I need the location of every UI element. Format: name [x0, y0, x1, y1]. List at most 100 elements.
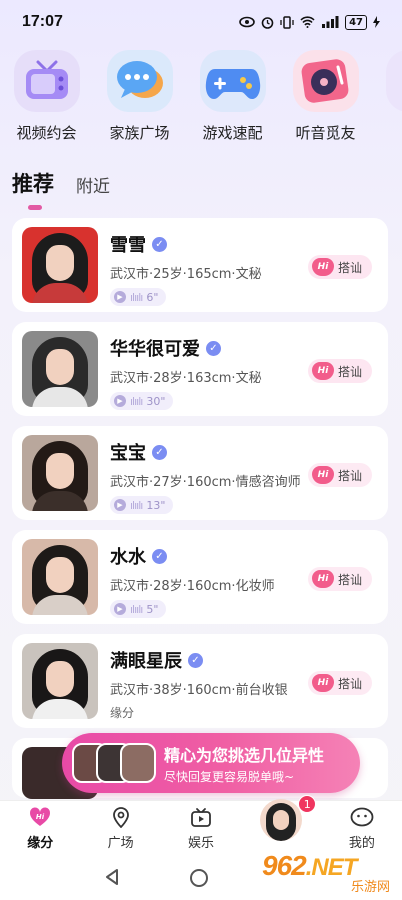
avatar — [260, 799, 303, 841]
alarm-icon — [261, 16, 274, 29]
battery-level: 47 — [345, 14, 367, 30]
user-meta: 武汉市·28岁·160cm·化妆师 — [110, 579, 275, 594]
watermark-logo: 962.NET 乐游网 — [262, 850, 398, 898]
verified-icon: ✓ — [152, 444, 167, 460]
avatar[interactable] — [22, 643, 98, 719]
nav-label: 广场 — [107, 836, 134, 851]
watermark-net: .NET — [305, 854, 358, 881]
greet-button[interactable]: Hi 搭讪 — [307, 255, 372, 279]
avatar[interactable] — [22, 227, 98, 303]
user-meta: 武汉市·27岁·160cm·情感咨询师 — [110, 475, 301, 490]
gamepad-icon — [199, 50, 266, 112]
quick-entry-family-square[interactable]: 家族广场 — [93, 50, 186, 150]
notification-badge: 1 — [298, 795, 317, 813]
matchmaking-promo-banner[interactable]: 精心为您挑选几位异性 尽快回复更容易脱单哦~ — [62, 733, 360, 793]
promo-title: 精心为您挑选几位异性 — [164, 745, 325, 765]
user-name: 雪雪 — [110, 235, 146, 256]
turntable-icon — [292, 50, 359, 112]
tab-active-indicator — [28, 205, 42, 210]
promo-subtitle: 尽快回复更容易脱单哦~ — [164, 769, 295, 784]
vibrate-icon — [280, 15, 294, 29]
greet-button[interactable]: Hi 搭讪 — [307, 671, 372, 695]
wifi-icon — [300, 16, 315, 28]
greet-button[interactable]: Hi 搭讪 — [307, 463, 372, 487]
user-card[interactable]: 雪雪 ✓ 武汉市·25岁·165cm·文秘 ▶ ılıılı 6" Hi 搭讪 — [12, 218, 388, 312]
greet-label: 搭讪 — [337, 572, 362, 587]
chat-bubble-icon — [106, 50, 173, 112]
greet-label: 搭讪 — [337, 364, 362, 379]
voice-duration: 6" — [146, 290, 159, 304]
nav-item-entertainment[interactable]: 娱乐 — [161, 801, 241, 856]
avatar[interactable] — [22, 539, 98, 615]
nav-item-center-avatar[interactable]: 1 — [241, 795, 321, 856]
tab-nearby[interactable]: 附近 — [76, 172, 110, 198]
status-time: 17:07 — [22, 13, 63, 30]
waveform-icon: ılıılı — [130, 290, 143, 304]
status-icons: 47 — [239, 14, 380, 30]
location-pin-icon — [112, 805, 130, 829]
greet-label: 搭讪 — [337, 676, 362, 691]
greet-button[interactable]: Hi 搭讪 — [307, 567, 372, 591]
partial-icon — [385, 50, 402, 112]
user-name: 宝宝 — [110, 443, 146, 464]
nav-item-square[interactable]: 广场 — [80, 801, 160, 856]
promo-avatars — [72, 743, 156, 783]
home-icon[interactable] — [190, 869, 208, 887]
play-icon: ▶ — [114, 395, 126, 407]
waveform-icon: ılıılı — [130, 394, 143, 408]
quick-entry-listen-friends[interactable]: 听音觅友 — [279, 50, 372, 150]
back-icon[interactable] — [104, 868, 120, 886]
tab-recommend[interactable]: 推荐 — [12, 168, 54, 210]
avatar[interactable] — [22, 435, 98, 511]
voice-duration: 13" — [146, 498, 166, 512]
hi-heart-icon: Hi — [311, 258, 334, 276]
nav-label: 缘分 — [27, 836, 54, 851]
quick-entry-game-match[interactable]: 游戏速配 — [186, 50, 279, 150]
feed-tabs: 推荐 附近 — [12, 168, 110, 210]
verified-icon: ✓ — [188, 652, 203, 668]
quick-entry-label: 游戏速配 — [202, 124, 263, 142]
watermark-main: 962 — [262, 850, 307, 881]
hi-heart-icon: Hi — [29, 805, 51, 829]
bottom-nav: Hi 缘分 广场 娱乐 1 我的 — [0, 795, 402, 856]
voice-intro[interactable]: ▶ ılıılı 13" — [110, 496, 174, 514]
voice-intro[interactable]: ▶ ılıılı 5" — [110, 600, 167, 618]
quick-entry-row: 视频约会 家族广场 游戏速配 听音觅友 缘 — [0, 50, 402, 150]
hi-heart-icon: Hi — [311, 362, 334, 380]
quick-entry-label: 视频约会 — [16, 124, 77, 142]
quick-entry-partial[interactable]: 缘 — [372, 50, 402, 150]
play-icon: ▶ — [114, 499, 126, 511]
voice-intro[interactable]: ▶ ılıılı 30" — [110, 392, 174, 410]
signal-icon — [322, 16, 339, 28]
voice-intro[interactable]: ▶ ılıılı 6" — [110, 288, 167, 306]
avatar[interactable] — [22, 331, 98, 407]
user-name: 华华很可爱 — [110, 339, 200, 360]
user-subtext: 缘分 — [110, 706, 135, 720]
hi-heart-icon: Hi — [311, 674, 334, 692]
user-meta: 武汉市·25岁·165cm·文秘 — [110, 267, 262, 282]
quick-entry-label: 家族广场 — [109, 124, 170, 142]
user-card[interactable]: 宝宝 ✓ 武汉市·27岁·160cm·情感咨询师 ▶ ılıılı 13" Hi… — [12, 426, 388, 520]
user-meta: 武汉市·38岁·160cm·前台收银 — [110, 683, 288, 698]
greet-label: 搭讪 — [337, 260, 362, 275]
user-name: 满眼星辰 — [110, 651, 182, 672]
eye-icon — [239, 16, 255, 28]
tab-recommend-label: 推荐 — [12, 172, 54, 196]
verified-icon: ✓ — [152, 548, 167, 564]
user-name: 水水 — [110, 547, 146, 568]
nav-item-mine[interactable]: 我的 — [322, 801, 402, 856]
user-card[interactable]: 华华很可爱 ✓ 武汉市·28岁·163cm·文秘 ▶ ılıılı 30" Hi… — [12, 322, 388, 416]
user-card[interactable]: 满眼星辰 ✓ 武汉市·38岁·160cm·前台收银 缘分 Hi 搭讪 — [12, 634, 388, 728]
quick-entry-label: 听音觅友 — [295, 124, 356, 142]
quick-entry-video-date[interactable]: 视频约会 — [0, 50, 93, 150]
greet-label: 搭讪 — [337, 468, 362, 483]
user-card[interactable]: 水水 ✓ 武汉市·28岁·160cm·化妆师 ▶ ılıılı 5" Hi 搭讪 — [12, 530, 388, 624]
user-meta: 武汉市·28岁·163cm·文秘 — [110, 371, 262, 386]
hi-heart-icon: Hi — [311, 570, 334, 588]
play-icon: ▶ — [114, 291, 126, 303]
svg-text:Hi: Hi — [36, 813, 45, 821]
charging-icon — [373, 16, 380, 28]
nav-item-fate[interactable]: Hi 缘分 — [0, 801, 80, 856]
status-bar: 17:07 47 — [0, 0, 402, 44]
greet-button[interactable]: Hi 搭讪 — [307, 359, 372, 383]
